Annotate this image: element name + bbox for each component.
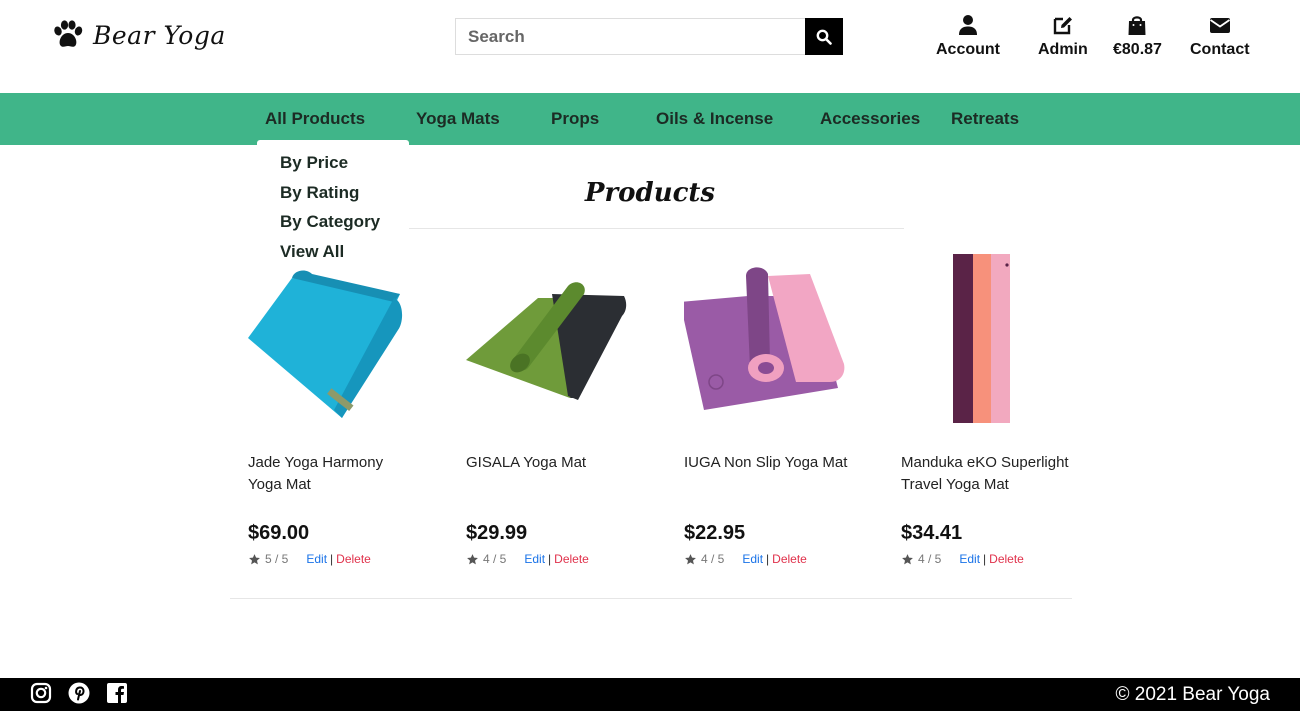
logo-text: Bear Yoga bbox=[93, 20, 226, 50]
product-image[interactable] bbox=[466, 250, 651, 430]
copyright: © 2021 Bear Yoga bbox=[1115, 684, 1270, 705]
admin-link[interactable]: Admin bbox=[1038, 14, 1088, 59]
product-meta: 4 / 5 Edit | Delete bbox=[466, 552, 589, 566]
paw-icon bbox=[54, 20, 83, 47]
product-name[interactable]: IUGA Non Slip Yoga Mat bbox=[684, 452, 854, 474]
delete-link[interactable]: Delete bbox=[554, 552, 589, 566]
facebook-icon[interactable] bbox=[106, 682, 128, 704]
star-icon bbox=[249, 553, 260, 564]
page-title: Products bbox=[584, 178, 716, 208]
product-rating: 4 / 5 bbox=[918, 552, 942, 566]
cart-total: €80.87 bbox=[1113, 41, 1162, 58]
shopping-bag-icon bbox=[1128, 16, 1146, 35]
admin-label: Admin bbox=[1038, 41, 1088, 58]
dropdown-by-category[interactable]: By Category bbox=[280, 211, 409, 241]
product-price: $22.95 bbox=[684, 522, 746, 544]
search-button[interactable] bbox=[805, 18, 843, 55]
user-icon bbox=[959, 15, 977, 35]
edit-link[interactable]: Edit bbox=[306, 552, 327, 566]
all-products-dropdown: By Price By Rating By Category View All bbox=[257, 140, 409, 270]
product-image[interactable] bbox=[684, 250, 869, 430]
product-image[interactable] bbox=[248, 250, 433, 430]
nav-yoga-mats[interactable]: Yoga Mats bbox=[416, 93, 500, 145]
dropdown-by-rating[interactable]: By Rating bbox=[280, 182, 409, 212]
logo[interactable]: Bear Yoga bbox=[52, 20, 226, 50]
nav-props[interactable]: Props bbox=[551, 93, 599, 145]
star-icon bbox=[467, 553, 478, 564]
product-price: $69.00 bbox=[248, 522, 310, 544]
account-link[interactable]: Account bbox=[936, 14, 1000, 59]
edit-link[interactable]: Edit bbox=[959, 552, 980, 566]
search-bar bbox=[455, 18, 843, 55]
edit-link[interactable]: Edit bbox=[742, 552, 763, 566]
contact-link[interactable]: Contact bbox=[1190, 14, 1250, 59]
product-name[interactable]: Jade Yoga Harmony Yoga Mat bbox=[248, 452, 418, 496]
site-footer: © 2021 Bear Yoga bbox=[0, 678, 1300, 711]
account-label: Account bbox=[936, 41, 1000, 58]
nav-oils-incense[interactable]: Oils & Incense bbox=[656, 93, 773, 145]
product-rating: 5 / 5 bbox=[265, 552, 289, 566]
delete-link[interactable]: Delete bbox=[336, 552, 371, 566]
search-input[interactable] bbox=[455, 18, 805, 55]
product-price: $29.99 bbox=[466, 522, 528, 544]
product-rating: 4 / 5 bbox=[701, 552, 725, 566]
edit-link[interactable]: Edit bbox=[524, 552, 545, 566]
contact-label: Contact bbox=[1190, 41, 1250, 58]
pinterest-icon[interactable] bbox=[68, 682, 90, 704]
cart-link[interactable]: €80.87 bbox=[1113, 14, 1162, 59]
dropdown-by-price[interactable]: By Price bbox=[280, 152, 409, 182]
delete-link[interactable]: Delete bbox=[989, 552, 1024, 566]
product-image[interactable] bbox=[901, 250, 1086, 430]
nav-all-products[interactable]: All Products bbox=[265, 93, 365, 145]
product-meta: 5 / 5 Edit | Delete bbox=[248, 552, 371, 566]
divider bbox=[230, 598, 1072, 599]
product-price: $34.41 bbox=[901, 522, 963, 544]
separator: | bbox=[330, 552, 334, 566]
star-icon bbox=[685, 553, 696, 564]
envelope-icon bbox=[1209, 18, 1230, 33]
product-meta: 4 / 5 Edit | Delete bbox=[684, 552, 807, 566]
product-meta: 4 / 5 Edit | Delete bbox=[901, 552, 1024, 566]
separator: | bbox=[766, 552, 770, 566]
nav-accessories[interactable]: Accessories bbox=[820, 93, 920, 145]
product-rating: 4 / 5 bbox=[483, 552, 507, 566]
delete-link[interactable]: Delete bbox=[772, 552, 807, 566]
instagram-icon[interactable] bbox=[30, 682, 52, 704]
page: Bear Yoga Account bbox=[0, 0, 1300, 711]
separator: | bbox=[983, 552, 987, 566]
star-icon bbox=[902, 553, 913, 564]
site-header: Bear Yoga Account bbox=[0, 0, 1300, 93]
search-icon bbox=[816, 29, 832, 45]
edit-icon bbox=[1053, 17, 1072, 35]
product-name[interactable]: Manduka eKO Superlight Travel Yoga Mat bbox=[901, 452, 1071, 496]
main-nav: All Products Yoga Mats Props Oils & Ince… bbox=[0, 93, 1300, 145]
divider bbox=[396, 228, 904, 229]
nav-retreats[interactable]: Retreats bbox=[951, 93, 1019, 145]
product-name[interactable]: GISALA Yoga Mat bbox=[466, 452, 636, 474]
dropdown-view-all[interactable]: View All bbox=[280, 241, 409, 271]
separator: | bbox=[548, 552, 552, 566]
